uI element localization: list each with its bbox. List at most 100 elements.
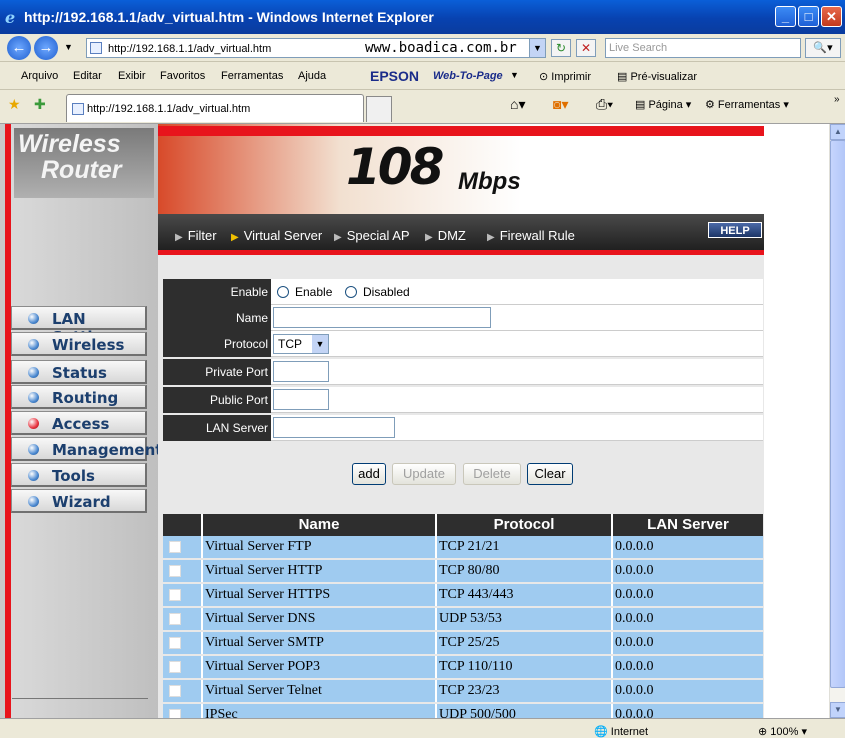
select-column-header (163, 514, 201, 536)
tab-filter[interactable]: ▶ Filter (175, 228, 217, 243)
address-url[interactable]: http://192.168.1.1/adv_virtual.htm (108, 43, 271, 55)
search-button[interactable]: 🔍▾ (805, 38, 841, 58)
address-dropdown-icon[interactable]: ▼ (529, 39, 545, 57)
menu-favoritos[interactable]: Favoritos (160, 70, 205, 82)
private-port-input[interactable] (273, 361, 329, 382)
enable-radio[interactable] (277, 286, 289, 298)
zoom-control[interactable]: ⊕ 100% ▾ (758, 725, 807, 738)
sidebar-item-wizard[interactable]: Wizard (11, 489, 147, 513)
page-icon (72, 103, 84, 115)
page-content: Wireless Router LAN Setting Wireless Sta… (0, 124, 829, 718)
menu-ajuda[interactable]: Ajuda (298, 70, 326, 82)
row-checkbox[interactable] (169, 685, 181, 697)
lan-server-input[interactable] (273, 417, 395, 438)
maximize-button[interactable]: □ (798, 6, 819, 27)
tools-menu-label: Ferramentas (717, 99, 781, 111)
web-to-page-dropdown-icon[interactable]: ▼ (510, 70, 519, 80)
arrow-right-icon: ▶ (175, 232, 183, 243)
tab-virtual-server[interactable]: ▶ Virtual Server (231, 228, 322, 243)
favorites-star-icon[interactable]: ★ (8, 96, 21, 113)
tools-menu[interactable]: ⚙ Ferramentas ▾ (705, 98, 789, 111)
row-name: Virtual Server HTTPS (201, 584, 435, 606)
tab-bar: ★ ✚ http://192.168.1.1/adv_virtual.htm ⌂… (0, 90, 845, 124)
table-row: Virtual Server HTTPS TCP 443/443 0.0.0.0 (163, 584, 763, 606)
print-button[interactable]: ⊙ Imprimir (539, 70, 591, 83)
public-port-input[interactable] (273, 389, 329, 410)
bullet-icon (28, 313, 39, 324)
home-icon[interactable]: ⌂▾ (510, 96, 525, 113)
clear-button[interactable]: Clear (527, 463, 573, 485)
address-bar[interactable]: http://192.168.1.1/adv_virtual.htm www.b… (86, 38, 546, 58)
help-button[interactable]: HELP (708, 222, 762, 238)
page-menu[interactable]: ▤ Página ▾ (635, 98, 691, 111)
menu-editar[interactable]: Editar (73, 70, 102, 82)
zoom-icon: ⊕ (758, 726, 771, 738)
sidebar-item-wireless[interactable]: Wireless (11, 332, 147, 356)
scroll-down-icon[interactable]: ▼ (830, 702, 845, 718)
minimize-button[interactable]: _ (775, 6, 796, 27)
web-to-page-button[interactable]: Web-To-Page (433, 70, 503, 82)
tab-special-ap[interactable]: ▶ Special AP (334, 228, 410, 243)
search-input[interactable]: Live Search (605, 38, 801, 58)
close-button[interactable]: ✕ (821, 6, 842, 27)
row-checkbox[interactable] (169, 565, 181, 577)
print-icon: ⊙ (539, 71, 552, 83)
disabled-radio[interactable] (345, 286, 357, 298)
row-checkbox[interactable] (169, 589, 181, 601)
arrow-right-active-icon: ▶ (231, 232, 239, 243)
sidebar-item-routing[interactable]: Routing (11, 385, 147, 409)
row-protocol: TCP 443/443 (435, 584, 611, 606)
security-zone[interactable]: 🌐 Internet (594, 725, 648, 738)
menu-arquivo[interactable]: Arquivo (21, 70, 58, 82)
row-checkbox[interactable] (169, 541, 181, 553)
bullet-active-icon (28, 418, 39, 429)
public-port-row: Public Port (163, 387, 763, 413)
globe-icon: 🌐 (594, 726, 611, 738)
sidebar-item-tools[interactable]: Tools (11, 463, 147, 487)
row-protocol: TCP 25/25 (435, 632, 611, 654)
back-button[interactable]: ← (7, 36, 31, 60)
preview-icon: ▤ (617, 71, 631, 83)
name-input[interactable] (273, 307, 491, 328)
menu-ferramentas[interactable]: Ferramentas (221, 70, 283, 82)
update-button[interactable]: Update (392, 463, 456, 485)
scroll-up-icon[interactable]: ▲ (830, 124, 845, 140)
scroll-thumb[interactable] (830, 140, 845, 688)
bullet-icon (28, 496, 39, 507)
sidebar-item-status[interactable]: Status (11, 360, 147, 384)
table-row: Virtual Server DNS UDP 53/53 0.0.0.0 (163, 608, 763, 630)
row-checkbox[interactable] (169, 613, 181, 625)
add-favorite-icon[interactable]: ✚ (34, 96, 46, 113)
new-tab-button[interactable] (366, 96, 392, 122)
protocol-label: Protocol (163, 331, 271, 357)
tab-active[interactable]: http://192.168.1.1/adv_virtual.htm (66, 94, 364, 122)
window-title-bar[interactable]: e http://192.168.1.1/adv_virtual.htm - W… (0, 0, 845, 34)
vertical-scrollbar[interactable]: ▲ ▼ (829, 124, 845, 718)
refresh-icon[interactable]: ↻ (551, 39, 571, 57)
chevron-right-icon[interactable]: » (834, 94, 840, 105)
sidebar-item-lan-setting[interactable]: LAN Setting (11, 306, 147, 346)
row-checkbox[interactable] (169, 709, 181, 718)
history-dropdown-icon[interactable]: ▼ (64, 42, 73, 52)
row-checkbox[interactable] (169, 637, 181, 649)
row-checkbox[interactable] (169, 661, 181, 673)
forward-button[interactable]: → (34, 36, 58, 60)
add-button[interactable]: add (352, 463, 386, 485)
private-port-cell (271, 359, 763, 385)
feeds-icon[interactable]: ◙▾ (553, 96, 568, 113)
delete-button[interactable]: Delete (463, 463, 521, 485)
menu-exibir[interactable]: Exibir (118, 70, 146, 82)
print-icon[interactable]: ⎙▾ (596, 96, 613, 113)
row-protocol: TCP 110/110 (435, 656, 611, 678)
protocol-select[interactable]: TCP ▼ (273, 334, 329, 354)
sidebar-item-access[interactable]: Access (11, 411, 147, 435)
bullet-icon (28, 339, 39, 350)
row-name: Virtual Server FTP (201, 536, 435, 558)
name-column-header: Name (201, 514, 435, 536)
stop-icon[interactable]: ✕ (576, 39, 596, 57)
tab-firewall-rule[interactable]: ▶ Firewall Rule (487, 228, 575, 243)
sidebar-item-label: Status (52, 364, 107, 382)
sidebar-item-management[interactable]: Management (11, 437, 162, 461)
preview-button[interactable]: ▤ Pré-visualizar (617, 70, 697, 83)
tab-dmz[interactable]: ▶ DMZ (425, 228, 466, 243)
